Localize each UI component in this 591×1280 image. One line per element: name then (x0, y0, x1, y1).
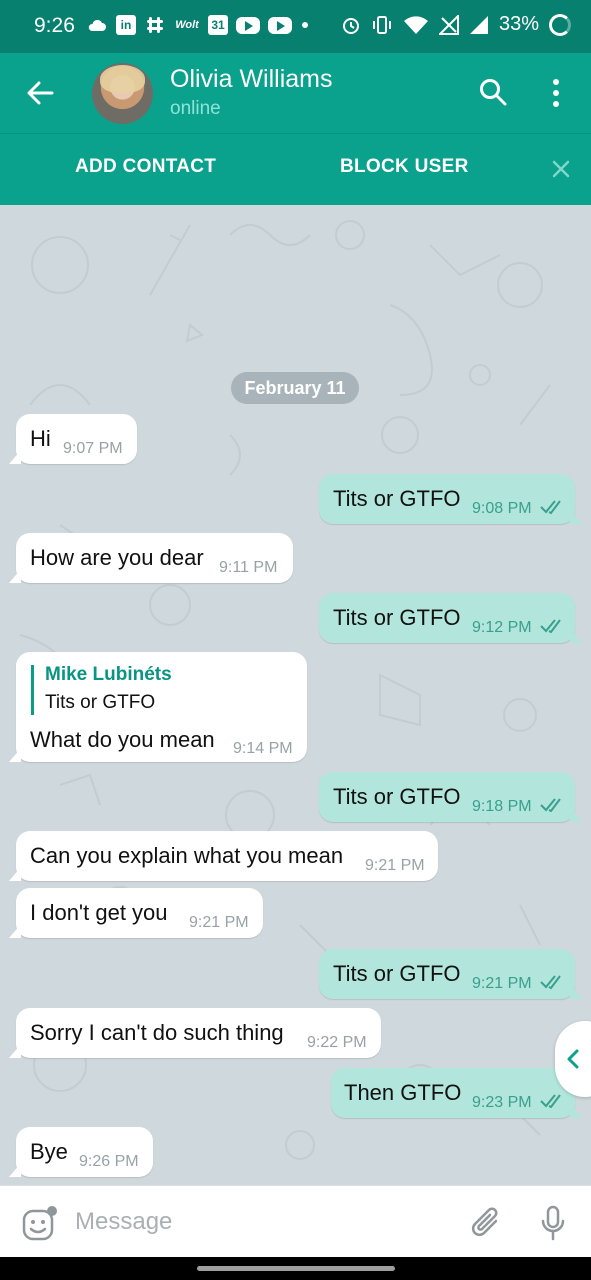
message-time: 9:23 PM (472, 1094, 532, 1111)
add-contact-button[interactable]: ADD CONTACT (75, 156, 216, 178)
alarm-icon (342, 17, 359, 34)
youtube-icon (236, 16, 260, 34)
message-text: Sorry I can't do such thing (30, 1020, 284, 1045)
attach-icon[interactable] (470, 1205, 504, 1241)
system-nav-bar (0, 1257, 591, 1280)
close-icon[interactable] (550, 158, 572, 180)
message-text: Can you explain what you mean (30, 843, 344, 868)
message-time: 9:08 PM (472, 500, 532, 517)
system-icons: 33% (341, 13, 571, 36)
slack-icon (144, 15, 166, 35)
message-text: Then GTFO (344, 1080, 462, 1105)
message-text: Tits or GTFO (333, 486, 461, 511)
contact-status: online (170, 98, 221, 119)
message-outgoing[interactable]: Tits or GTFO 9:18 PM (319, 772, 582, 822)
message-incoming[interactable]: Can you explain what you mean 9:21 PM (9, 831, 438, 881)
status-bar: 9:26 in Wolt 31 33% (0, 0, 591, 53)
message-text: I don't get you (30, 900, 168, 925)
message-text: Bye (30, 1139, 68, 1164)
more-vertical-icon[interactable] (546, 77, 566, 109)
message-incoming[interactable]: Bye 9:26 PM (9, 1127, 153, 1177)
read-receipt-icon (540, 500, 561, 515)
message-text: What do you mean (30, 727, 215, 752)
microphone-icon[interactable] (540, 1205, 566, 1241)
battery-percent: 33% (498, 13, 539, 35)
chat-header: Olivia Williams online (0, 53, 591, 133)
message-text: How are you dear (30, 545, 204, 570)
message-text: Tits or GTFO (333, 961, 461, 986)
message-time: 9:12 PM (472, 619, 532, 636)
message-time: 9:11 PM (219, 559, 278, 576)
battery-icon (549, 13, 571, 36)
contact-action-bar: ADD CONTACT BLOCK USER (0, 133, 591, 205)
message-time: 9:21 PM (472, 975, 532, 992)
message-outgoing[interactable]: Tits or GTFO 9:12 PM (319, 593, 582, 643)
search-icon[interactable] (478, 77, 508, 107)
youtube-icon (268, 16, 292, 34)
vibrate-icon (372, 15, 391, 34)
read-receipt-icon (540, 619, 561, 634)
wolt-icon: Wolt (175, 19, 199, 31)
message-text: Hi (30, 426, 51, 451)
message-incoming[interactable]: Sorry I can't do such thing 9:22 PM (9, 1008, 381, 1058)
message-text: Tits or GTFO (333, 605, 461, 630)
sticker-emoji-icon[interactable] (21, 1206, 57, 1242)
block-user-button[interactable]: BLOCK USER (340, 156, 469, 178)
status-time: 9:26 (34, 14, 75, 37)
message-outgoing[interactable]: Tits or GTFO 9:21 PM (319, 949, 582, 999)
signal-off-icon (438, 14, 459, 35)
notification-icons: in Wolt 31 (86, 15, 310, 35)
message-outgoing[interactable]: Tits or GTFO 9:08 PM (319, 474, 582, 524)
read-receipt-icon (540, 1094, 561, 1109)
message-incoming-reply[interactable]: Mike Lubinéts Tits or GTFO What do you m… (9, 652, 307, 762)
calendar-icon: 31 (208, 15, 228, 35)
message-incoming[interactable]: I don't get you 9:21 PM (9, 888, 263, 938)
message-time: 9:26 PM (79, 1153, 139, 1170)
message-incoming[interactable]: How are you dear 9:11 PM (9, 533, 293, 583)
message-time: 9:07 PM (63, 440, 123, 457)
cloud-icon (86, 15, 108, 35)
message-time: 9:14 PM (233, 740, 293, 757)
message-incoming[interactable]: Hi 9:07 PM (9, 414, 137, 464)
contact-name[interactable]: Olivia Williams (170, 65, 333, 94)
dot-icon (300, 15, 310, 35)
avatar[interactable] (92, 63, 153, 124)
back-arrow-icon[interactable] (22, 75, 58, 111)
signal-icon (469, 15, 488, 34)
wifi-icon (403, 15, 428, 34)
reply-text[interactable]: Tits or GTFO (45, 692, 155, 714)
message-time: 9:21 PM (365, 857, 425, 874)
message-time: 9:21 PM (189, 914, 249, 931)
message-time: 9:22 PM (307, 1034, 367, 1051)
chevron-left-icon (567, 1049, 579, 1069)
date-separator: February 11 (231, 372, 359, 404)
read-receipt-icon (540, 975, 561, 990)
home-gesture-bar[interactable] (197, 1266, 395, 1271)
message-input[interactable] (75, 1204, 455, 1240)
message-composer (0, 1185, 591, 1257)
reply-author[interactable]: Mike Lubinéts (45, 664, 172, 686)
chat-area[interactable]: February 11 Hi 9:07 PM Tits or GTFO 9:08… (0, 205, 591, 1185)
message-time: 9:18 PM (472, 798, 532, 815)
message-outgoing[interactable]: Then GTFO 9:23 PM (331, 1068, 582, 1118)
reply-quote-bar (31, 665, 34, 715)
linkedin-icon: in (116, 15, 136, 35)
message-text: Tits or GTFO (333, 784, 461, 809)
read-receipt-icon (540, 798, 561, 813)
